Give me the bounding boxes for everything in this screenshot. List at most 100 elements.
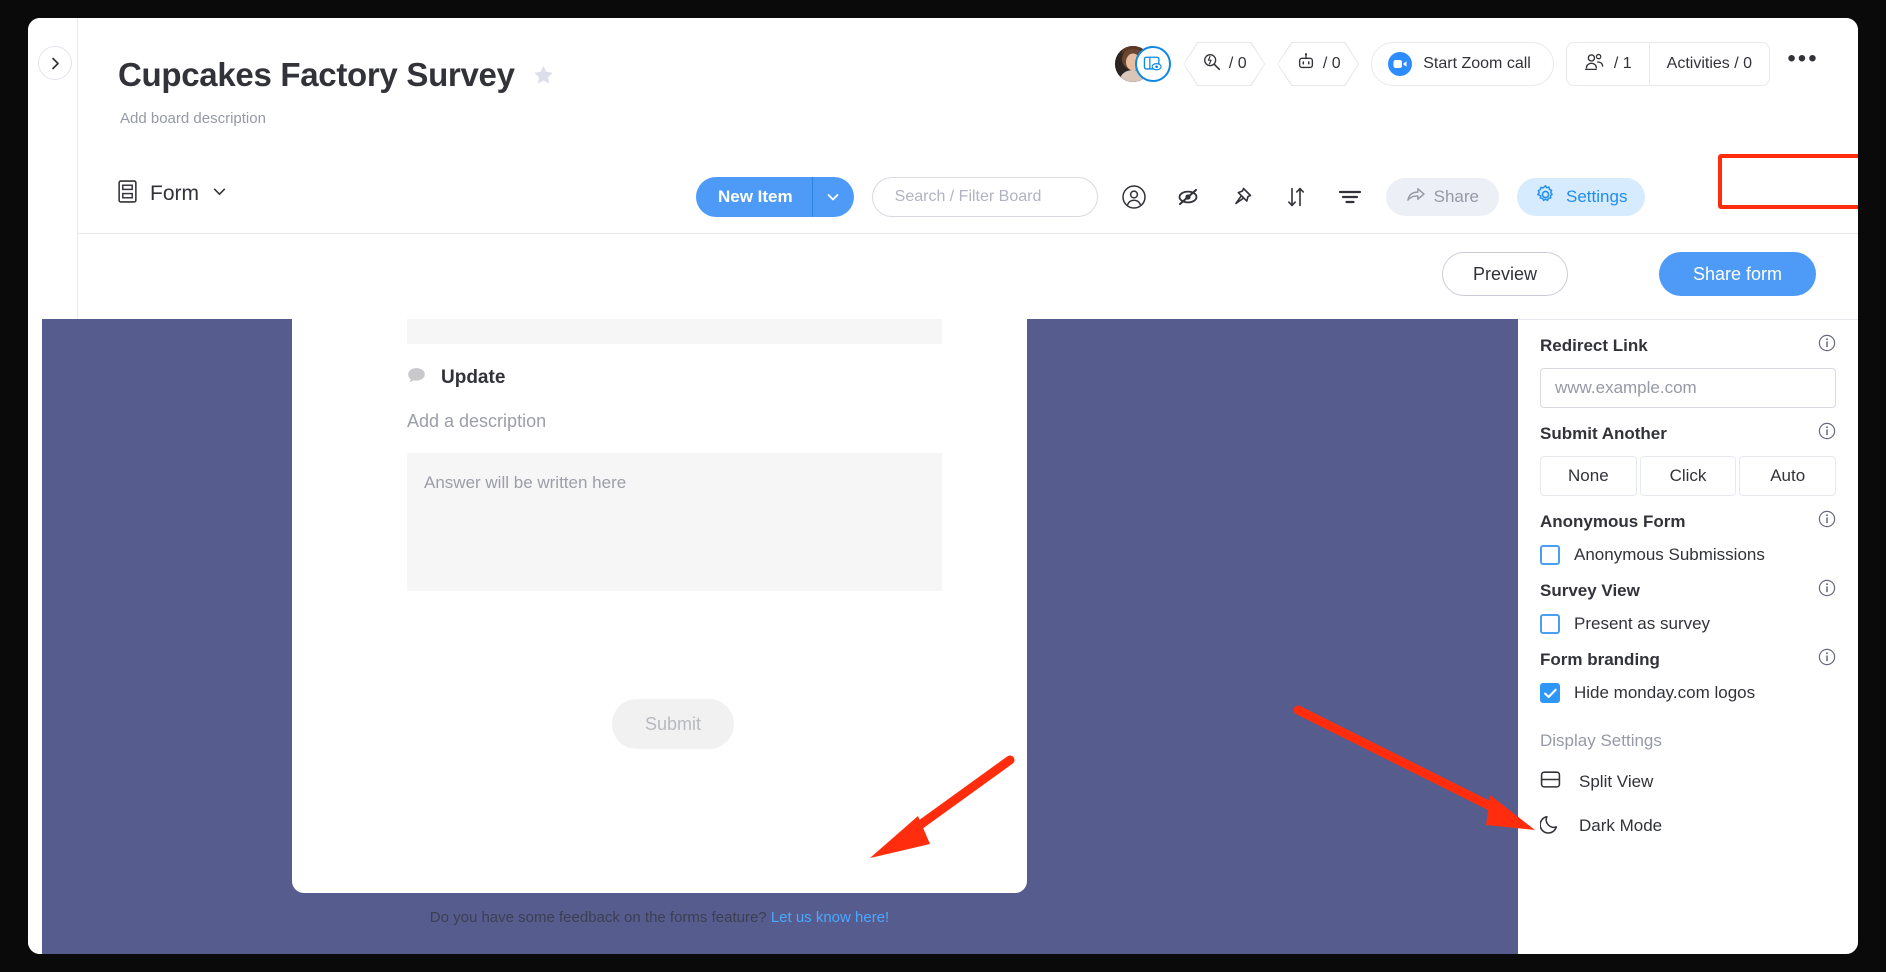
submit-another-option-auto[interactable]: Auto <box>1739 456 1837 496</box>
avatar-group <box>1115 42 1172 86</box>
speech-bubble-icon <box>407 367 426 389</box>
pin-icon[interactable] <box>1224 179 1260 215</box>
sidebar-expand-toggle[interactable] <box>38 46 72 80</box>
search-input[interactable] <box>892 187 1077 207</box>
redirect-link-input[interactable] <box>1540 368 1836 408</box>
preview-button[interactable]: Preview <box>1441 252 1568 296</box>
submit-button[interactable]: Submit <box>612 699 734 749</box>
view-tab-form[interactable]: Form <box>118 180 227 208</box>
activities-button[interactable]: Activities / 0 <box>1650 43 1769 85</box>
redirect-link-label: Redirect Link <box>1540 335 1648 355</box>
present-as-survey-checkbox-row[interactable]: Present as survey <box>1540 614 1836 634</box>
board-description[interactable]: Add board description <box>120 110 266 127</box>
redirect-link-row: Redirect Link <box>1540 334 1836 357</box>
form-branding-label: Form branding <box>1540 649 1660 669</box>
survey-view-label: Survey View <box>1540 580 1640 600</box>
form-question-update: Update Add a description Answer will be … <box>407 367 942 591</box>
anonymous-form-row: Anonymous Form <box>1540 510 1836 533</box>
filter-icon[interactable] <box>1332 179 1368 215</box>
hide-monday-logos-checkbox[interactable] <box>1540 683 1560 703</box>
start-zoom-call-button[interactable]: Start Zoom call <box>1371 42 1554 86</box>
question-title-row: Update <box>407 367 942 389</box>
form-action-row: Preview Share form <box>78 234 1858 319</box>
info-icon[interactable] <box>1818 579 1836 602</box>
display-settings-row: Display Settings <box>1540 731 1836 751</box>
hide-monday-logos-label: Hide monday.com logos <box>1574 683 1756 702</box>
form-branding-row: Form branding <box>1540 648 1836 671</box>
board-view-eye-icon[interactable] <box>1135 46 1172 82</box>
integrations-count: / 0 <box>1322 55 1341 72</box>
anonymous-submissions-checkbox-row[interactable]: Anonymous Submissions <box>1540 545 1836 565</box>
form-view-icon <box>118 180 137 208</box>
board-members-button[interactable]: / 1 <box>1567 43 1649 85</box>
anonymous-submissions-checkbox[interactable] <box>1540 545 1560 565</box>
info-icon[interactable] <box>1818 334 1836 357</box>
activities-label: Activities / 0 <box>1666 55 1752 72</box>
toolbar-controls: New Item Search / Filter Board Share Set… <box>696 177 1646 217</box>
members-count: / 1 <box>1613 55 1632 72</box>
moon-icon <box>1539 813 1561 839</box>
hide-logos-checkbox-row[interactable]: Hide monday.com logos <box>1540 683 1836 703</box>
present-as-survey-checkbox[interactable] <box>1540 614 1560 634</box>
integrations-chip[interactable]: / 0 <box>1277 42 1359 86</box>
info-icon[interactable] <box>1818 422 1836 445</box>
share-form-button[interactable]: Share form <box>1658 252 1816 296</box>
question-title[interactable]: Update <box>441 367 505 389</box>
form-settings-panel: Redirect Link Submit Another None <box>1518 319 1858 954</box>
automations-count: / 0 <box>1228 55 1247 72</box>
zoom-camera-icon <box>1388 52 1413 76</box>
sort-icon[interactable] <box>1278 179 1314 215</box>
members-activities-group: / 1 Activities / 0 <box>1565 42 1770 86</box>
chevron-down-icon <box>212 184 227 204</box>
question-description[interactable]: Add a description <box>407 411 942 432</box>
board-header: Cupcakes Factory Survey Add board descri… <box>78 18 1858 164</box>
app-window: Cupcakes Factory Survey Add board descri… <box>28 18 1858 954</box>
display-setting-dark-mode[interactable]: Dark Mode <box>1539 813 1836 839</box>
chevron-right-icon <box>49 57 62 70</box>
form-board-area: Update Add a description Answer will be … <box>42 319 1858 954</box>
split-view-icon <box>1540 769 1561 795</box>
page-title[interactable]: Cupcakes Factory Survey <box>118 56 515 94</box>
settings-button[interactable]: Settings <box>1517 178 1646 216</box>
anonymous-form-label: Anonymous Form <box>1540 511 1686 531</box>
submit-another-label: Submit Another <box>1540 423 1667 443</box>
footer-text: Do you have some feedback on the forms f… <box>429 909 767 926</box>
view-tab-label: Form <box>150 182 199 205</box>
new-item-label: New Item <box>718 187 793 206</box>
form-card: Update Add a description Answer will be … <box>292 319 1027 893</box>
robot-icon <box>1296 52 1316 77</box>
board-title-row: Cupcakes Factory Survey <box>118 56 556 94</box>
submit-another-option-click[interactable]: Click <box>1639 456 1737 496</box>
start-zoom-call-label: Start Zoom call <box>1423 55 1531 72</box>
answer-textarea[interactable]: Answer will be written here <box>407 453 942 591</box>
star-icon[interactable] <box>531 63 556 88</box>
new-item-button[interactable]: New Item <box>696 177 854 217</box>
split-view-label: Split View <box>1579 772 1654 791</box>
form-feedback-footer: Do you have some feedback on the forms f… <box>292 909 1027 926</box>
eye-off-icon[interactable] <box>1170 179 1206 215</box>
gear-icon <box>1535 184 1556 210</box>
new-item-dropdown[interactable] <box>811 177 854 217</box>
screenshot-root: Cupcakes Factory Survey Add board descri… <box>0 0 1886 972</box>
share-button[interactable]: Share <box>1385 178 1500 216</box>
more-dots-icon: ••• <box>1787 45 1819 72</box>
previous-question-field[interactable] <box>407 319 942 344</box>
info-icon[interactable] <box>1818 510 1836 533</box>
submit-another-options: None Click Auto <box>1540 456 1837 496</box>
feedback-link[interactable]: Let us know here! <box>771 909 889 926</box>
automations-chip[interactable]: / 0 <box>1183 42 1265 86</box>
person-circle-icon[interactable] <box>1116 179 1152 215</box>
bolt-search-icon <box>1202 52 1222 77</box>
info-icon[interactable] <box>1818 648 1836 671</box>
survey-view-row: Survey View <box>1540 579 1836 602</box>
header-actions: / 0 / 0 Start Zoom call / 1 Activities /… <box>1115 42 1824 86</box>
submit-another-row: Submit Another <box>1540 422 1836 445</box>
search-filter-box[interactable] <box>871 177 1098 217</box>
settings-label: Settings <box>1566 187 1628 206</box>
share-label: Share <box>1433 187 1480 206</box>
display-setting-split-view[interactable]: Split View <box>1540 769 1836 795</box>
board-more-menu-button[interactable]: ••• <box>1782 43 1824 85</box>
submit-another-option-none[interactable]: None <box>1540 456 1637 496</box>
dark-mode-label: Dark Mode <box>1579 816 1663 835</box>
